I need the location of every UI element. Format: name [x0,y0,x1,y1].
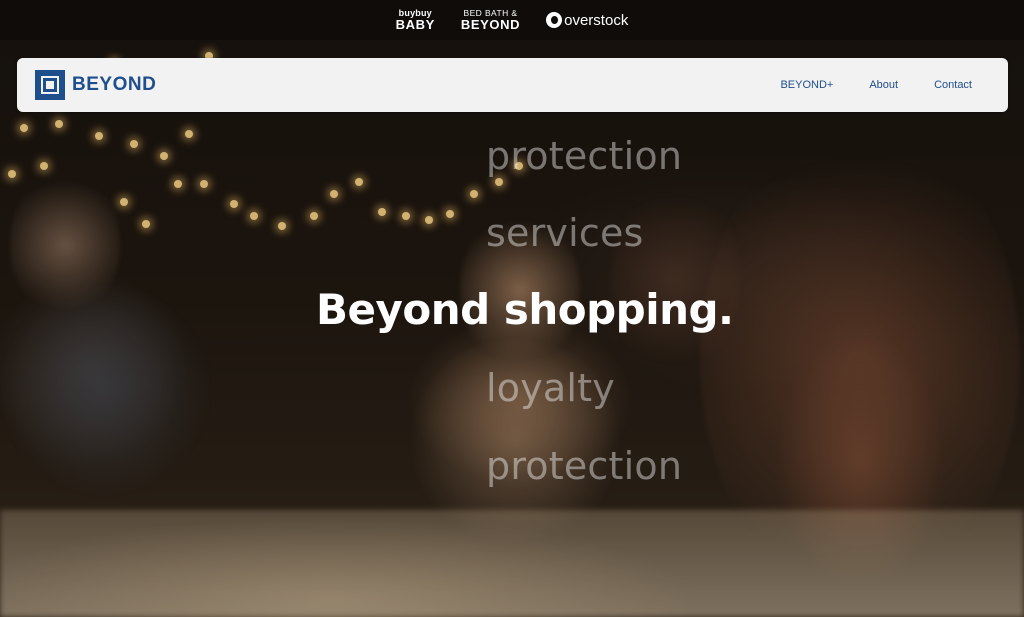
partner-brands-bar: buybuy BABY BED BATH & BEYOND overstock [0,0,1024,40]
rotating-word-services: services [486,211,644,255]
overstock-logo[interactable]: overstock [546,12,628,28]
bed-bath-beyond-logo[interactable]: BED BATH & BEYOND [461,9,520,31]
beyond-logo-icon [35,70,65,100]
bed-bath-beyond-logo-bottom: BEYOND [460,16,521,32]
rotating-word-protection-top: protection [486,134,683,178]
overstock-mark-icon [546,12,563,28]
rotating-word-protection-bottom: protection [486,444,683,488]
nav-link-beyond-plus[interactable]: BEYOND+ [780,79,833,91]
nav-links: BEYOND+ About Contact [780,79,972,91]
nav-link-about[interactable]: About [869,79,898,91]
nav-link-contact[interactable]: Contact [934,79,972,91]
hero-headline: Beyond shopping. [316,285,734,334]
beyond-logo[interactable]: BEYOND [35,70,156,100]
rotating-word-loyalty: loyalty [486,366,615,410]
beyond-logo-text: BEYOND [72,74,157,95]
overstock-logo-text: overstock [564,11,629,29]
main-navigation: BEYOND BEYOND+ About Contact [17,58,1008,112]
buybuy-baby-logo-bottom: BABY [395,17,435,32]
buybuy-baby-logo[interactable]: buybuy BABY [395,9,435,32]
